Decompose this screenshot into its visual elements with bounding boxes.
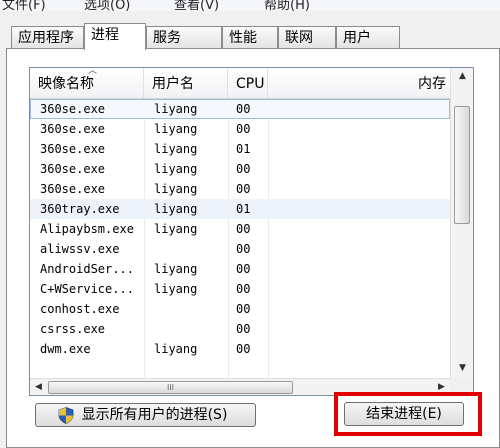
- process-name: 360se.exe: [40, 182, 106, 196]
- tab-users[interactable]: 用户: [336, 26, 400, 48]
- horizontal-scrollbar[interactable]: ◀ III ▶: [30, 378, 450, 395]
- process-cpu: 00: [236, 262, 251, 276]
- show-all-users-processes-button[interactable]: 显示所有用户的进程(S): [35, 403, 256, 427]
- table-row[interactable]: Alipaybsm.exe liyang 00: [30, 219, 450, 239]
- tab-applications[interactable]: 应用程序: [11, 26, 84, 48]
- table-row[interactable]: C+WService... liyang 00: [30, 279, 450, 299]
- menu-help[interactable]: 帮助(H): [264, 0, 310, 11]
- column-memory-label: 内存: [418, 76, 446, 92]
- menu-view[interactable]: 查看(V): [174, 0, 219, 11]
- column-image-name-label: 映像名称: [38, 76, 94, 92]
- table-row[interactable]: 360se.exe liyang 01: [30, 139, 450, 159]
- table-row[interactable]: csrss.exe 00: [30, 319, 450, 339]
- end-process-button[interactable]: 结束进程(E): [344, 402, 464, 426]
- menu-file[interactable]: 文件(F): [2, 0, 46, 11]
- process-name: Alipaybsm.exe: [40, 222, 134, 236]
- process-name: conhost.exe: [40, 302, 120, 316]
- process-user: liyang: [154, 342, 198, 356]
- table-row[interactable]: 360tray.exe liyang 01: [30, 199, 450, 219]
- process-name: 360se.exe: [40, 122, 106, 136]
- column-image-name[interactable]: ︿ 映像名称: [30, 68, 144, 98]
- column-cpu-label: CPU: [236, 76, 265, 92]
- process-cpu: 00: [236, 282, 251, 296]
- process-user: liyang: [154, 202, 198, 216]
- scroll-up-icon[interactable]: ▲: [451, 68, 473, 84]
- tab-performance[interactable]: 性能: [222, 26, 278, 48]
- process-user: liyang: [154, 282, 198, 296]
- end-process-label: 结束进程(E): [366, 406, 442, 422]
- table-row[interactable]: conhost.exe 00: [30, 299, 450, 319]
- column-user[interactable]: 用户名: [144, 68, 228, 98]
- process-cpu: 00: [236, 242, 251, 256]
- list-header: ︿ 映像名称 用户名 CPU 内存: [30, 68, 450, 99]
- process-name: dwm.exe: [40, 342, 91, 356]
- scroll-down-icon[interactable]: ▼: [451, 360, 473, 376]
- tab-networking[interactable]: 联网: [278, 26, 336, 48]
- scroll-left-icon[interactable]: ◀: [30, 379, 47, 395]
- process-rows: 360se.exe liyang 00 360se.exe liyang 00 360s…: [30, 99, 450, 359]
- process-cpu: 00: [236, 302, 251, 316]
- process-cpu: 00: [236, 102, 251, 116]
- process-name: 360se.exe: [40, 102, 106, 116]
- vertical-scrollbar[interactable]: ▲ ▼: [450, 68, 473, 378]
- uac-shield-icon: [58, 407, 74, 424]
- process-cpu: 01: [236, 202, 251, 216]
- process-cpu: 00: [236, 162, 251, 176]
- process-list[interactable]: ︿ 映像名称 用户名 CPU 内存 360se.exe liyang 00 360s…: [29, 67, 474, 396]
- show-all-users-processes-label: 显示所有用户的进程(S): [81, 407, 228, 423]
- table-row[interactable]: 360se.exe liyang 00: [30, 119, 450, 139]
- process-name: 360se.exe: [40, 162, 106, 176]
- process-cpu: 00: [236, 222, 251, 236]
- process-cpu: 00: [236, 322, 251, 336]
- table-row[interactable]: aliwssv.exe 00: [30, 239, 450, 259]
- column-cpu[interactable]: CPU: [228, 68, 268, 98]
- process-user: liyang: [154, 122, 198, 136]
- process-cpu: 00: [236, 122, 251, 136]
- process-user: liyang: [154, 182, 198, 196]
- process-cpu: 00: [236, 342, 251, 356]
- process-name: AndroidSer...: [40, 262, 134, 276]
- table-row[interactable]: 360se.exe liyang 00: [30, 99, 450, 119]
- process-name: csrss.exe: [40, 322, 106, 336]
- table-row[interactable]: AndroidSer... liyang 00: [30, 259, 450, 279]
- process-cpu: 00: [236, 182, 251, 196]
- tab-strip: 应用程序 进程 服务 性能 联网 用户: [0, 23, 500, 50]
- menu-bar: 文件(F) 选项(O) 查看(V) 帮助(H): [0, 0, 500, 11]
- process-cpu: 01: [236, 142, 251, 156]
- table-row[interactable]: dwm.exe liyang 00: [30, 339, 450, 359]
- table-row[interactable]: 360se.exe liyang 00: [30, 159, 450, 179]
- table-row[interactable]: 360se.exe liyang 00: [30, 179, 450, 199]
- tab-processes[interactable]: 进程: [84, 23, 146, 50]
- process-name: 360tray.exe: [40, 202, 120, 216]
- scrollbar-corner: [450, 378, 473, 395]
- vertical-scroll-thumb[interactable]: [454, 106, 470, 224]
- tab-services[interactable]: 服务: [146, 26, 222, 48]
- process-name: aliwssv.exe: [40, 242, 120, 256]
- process-user: liyang: [154, 262, 198, 276]
- process-user: liyang: [154, 162, 198, 176]
- process-name: C+WService...: [40, 282, 134, 296]
- process-name: 360se.exe: [40, 142, 106, 156]
- process-user: liyang: [154, 102, 198, 116]
- horizontal-scroll-thumb[interactable]: III: [48, 381, 293, 394]
- process-user: liyang: [154, 142, 198, 156]
- column-memory[interactable]: 内存: [268, 68, 450, 98]
- process-user: liyang: [154, 222, 198, 236]
- scroll-right-icon[interactable]: ▶: [433, 379, 450, 395]
- column-user-label: 用户名: [152, 76, 194, 92]
- menu-options[interactable]: 选项(O): [84, 0, 130, 11]
- sort-asc-icon: ︿: [88, 67, 98, 76]
